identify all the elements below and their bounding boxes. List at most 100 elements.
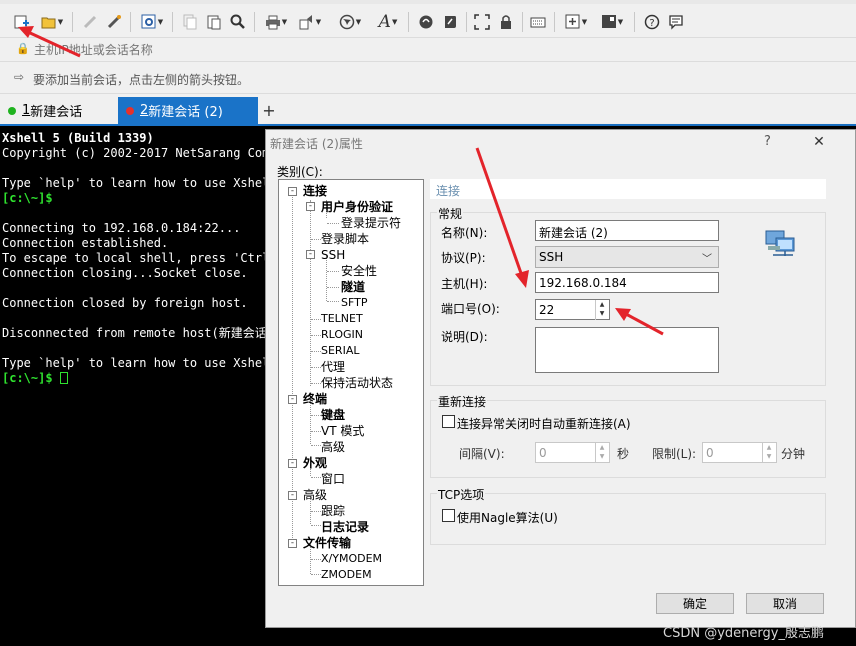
ok-button[interactable]: 确定 xyxy=(656,593,734,614)
tree-item-sftp[interactable]: SFTP xyxy=(341,296,367,310)
category-label: 类别(C): xyxy=(277,165,323,179)
tree-toggle[interactable]: - xyxy=(288,187,297,196)
tab-session-2[interactable]: 2 新建会话 (2) xyxy=(118,97,258,124)
tree-item-auth[interactable]: 用户身份验证 xyxy=(321,200,393,214)
tree-toggle[interactable]: - xyxy=(288,459,297,468)
spin-down-icon[interactable]: ▼ xyxy=(596,452,608,461)
address-input[interactable] xyxy=(34,40,594,60)
tree-item-tunnel[interactable]: 隧道 xyxy=(341,280,365,294)
tree-item-rlogin[interactable]: RLOGIN xyxy=(321,328,363,342)
spin-up-icon[interactable]: ▲ xyxy=(763,443,775,452)
paste-icon[interactable] xyxy=(204,12,224,32)
add-tab-button[interactable]: + xyxy=(259,97,279,124)
transfer-icon[interactable]: ▼ xyxy=(296,12,324,32)
tree-line xyxy=(311,511,321,512)
tree-toggle[interactable]: - xyxy=(306,250,315,259)
tree-line xyxy=(311,477,321,478)
add-frame-icon[interactable]: ▼ xyxy=(562,12,590,32)
layout-icon[interactable]: ▼ xyxy=(598,12,626,32)
tree-item-connection[interactable]: 连接 xyxy=(303,184,327,198)
tree-item-proxy[interactable]: 代理 xyxy=(321,360,345,374)
tree-item-file-transfer[interactable]: 文件传输 xyxy=(303,536,351,550)
tree-item-advanced[interactable]: 高级 xyxy=(303,488,327,502)
dialog-help-button[interactable]: ? xyxy=(764,134,771,149)
terminal-cursor xyxy=(59,372,68,384)
find-icon[interactable] xyxy=(228,12,248,32)
protocol-select[interactable]: SSH ﹀ xyxy=(535,246,719,268)
interval-spinner[interactable]: ▲ ▼ xyxy=(595,443,608,463)
cancel-button[interactable]: 取消 xyxy=(746,593,824,614)
tree-line xyxy=(327,271,339,272)
add-session-arrow-icon[interactable]: ⇨ xyxy=(14,70,24,84)
new-session-icon[interactable] xyxy=(12,12,32,32)
tree-item-xymodem[interactable]: X/YMODEM xyxy=(321,552,382,566)
tree-item-telnet[interactable]: TELNET xyxy=(321,312,363,326)
spin-down-icon[interactable]: ▼ xyxy=(763,452,775,461)
general-group-title: 常规 xyxy=(437,205,464,222)
port-spinner[interactable]: ▲ ▼ xyxy=(595,300,608,320)
tab-number: 2 xyxy=(140,103,149,118)
tree-item-logging[interactable]: 日志记录 xyxy=(321,520,369,534)
toolbar-separator xyxy=(466,12,467,32)
tree-item-vt-mode[interactable]: VT 模式 xyxy=(321,424,364,438)
tree-item-keyboard[interactable]: 键盘 xyxy=(321,408,345,422)
nagle-checkbox[interactable] xyxy=(442,509,455,522)
terminal-prompt: [c:\~]$ xyxy=(2,371,60,385)
tree-toggle[interactable]: - xyxy=(288,491,297,500)
tree-toggle[interactable]: - xyxy=(288,395,297,404)
font-icon[interactable]: A ▼ xyxy=(374,12,402,32)
keyboard-icon[interactable] xyxy=(528,12,548,32)
session-properties-dialog: 新建会话 (2)属性 ? ✕ 类别(C): - 连接 - 用户身份验证 登录提示… xyxy=(265,129,856,628)
tree-item-login-prompt[interactable]: 登录提示符 xyxy=(341,216,401,230)
tree-item-security[interactable]: 安全性 xyxy=(341,264,377,278)
tree-line xyxy=(311,319,321,320)
tree-item-terminal[interactable]: 终端 xyxy=(303,392,327,406)
tree-item-appearance[interactable]: 外观 xyxy=(303,456,327,470)
tree-item-login-script[interactable]: 登录脚本 xyxy=(321,232,369,246)
print-icon[interactable]: ▼ xyxy=(262,12,290,32)
tree-toggle[interactable]: - xyxy=(288,539,297,548)
dialog-close-button[interactable]: ✕ xyxy=(804,132,834,152)
tree-item-ssh[interactable]: SSH xyxy=(321,248,345,262)
tree-line xyxy=(311,525,321,526)
help-icon[interactable]: ? xyxy=(642,12,662,32)
auto-reconnect-checkbox[interactable] xyxy=(442,415,455,428)
tree-item-terminal-advanced[interactable]: 高级 xyxy=(321,440,345,454)
tree-line xyxy=(327,287,339,288)
fullscreen-icon[interactable] xyxy=(472,12,492,32)
category-tree[interactable]: - 连接 - 用户身份验证 登录提示符 登录脚本 - SSH 安全性 隧道 SF… xyxy=(278,179,424,586)
minutes-label: 分钟 xyxy=(781,447,806,461)
toolbar-separator xyxy=(130,12,131,32)
reconnect-icon[interactable] xyxy=(104,12,124,32)
properties-icon[interactable]: ▼ xyxy=(138,12,166,32)
xftp-icon[interactable] xyxy=(416,12,436,32)
open-folder-icon[interactable]: ▼ xyxy=(38,12,66,32)
tree-item-zmodem[interactable]: ZMODEM xyxy=(321,568,372,582)
spin-up-icon[interactable]: ▲ xyxy=(596,443,608,452)
copy-icon[interactable] xyxy=(180,12,200,32)
tree-item-trace[interactable]: 跟踪 xyxy=(321,504,345,518)
lock-icon[interactable] xyxy=(496,12,516,32)
script-icon[interactable] xyxy=(440,12,460,32)
disconnect-icon[interactable] xyxy=(80,12,100,32)
dialog-title: 新建会话 (2)属性 xyxy=(270,137,363,151)
status-dot-icon xyxy=(8,106,16,115)
tree-item-keepalive[interactable]: 保持活动状态 xyxy=(321,376,393,390)
tree-line xyxy=(311,415,321,416)
session-name-input[interactable]: 新建会话 (2) xyxy=(535,220,719,241)
tree-item-window[interactable]: 窗口 xyxy=(321,472,345,486)
globe-icon[interactable]: ▼ xyxy=(336,12,364,32)
limit-label: 限制(L): xyxy=(652,447,697,461)
spin-down-icon[interactable]: ▼ xyxy=(596,309,608,318)
host-input[interactable]: 192.168.0.184 xyxy=(535,272,719,293)
tree-line xyxy=(311,559,321,560)
tree-toggle[interactable]: - xyxy=(306,202,315,211)
main-toolbar: ▼ ▼ ▼ ▼ ▼ A ▼ ▼ ▼ ? xyxy=(0,0,856,38)
limit-spinner[interactable]: ▲ ▼ xyxy=(762,443,775,463)
spin-up-icon[interactable]: ▲ xyxy=(596,300,608,309)
description-input[interactable] xyxy=(535,327,719,373)
chat-icon[interactable] xyxy=(666,12,686,32)
tab-session-1[interactable]: 1 新建会话 xyxy=(0,97,116,124)
tab-number: 1 xyxy=(22,103,31,118)
tree-item-serial[interactable]: SERIAL xyxy=(321,344,359,358)
